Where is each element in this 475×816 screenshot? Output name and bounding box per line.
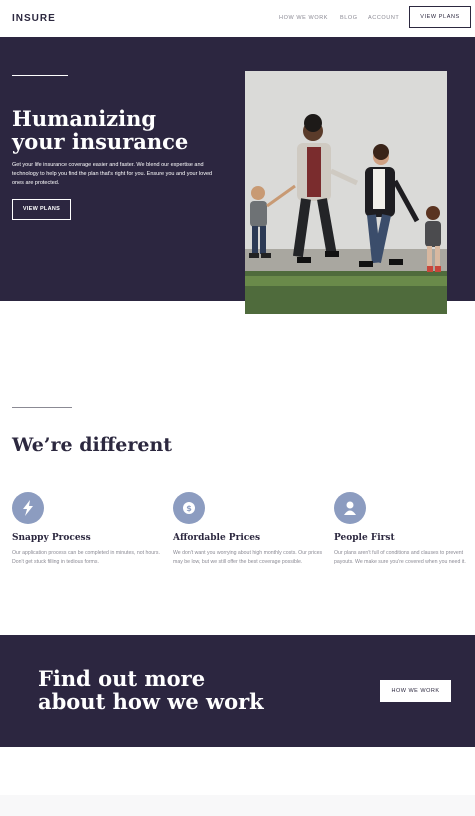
feature-snappy-process: Snappy Process Our application process c… xyxy=(12,492,167,565)
feature-text: We don't want you worrying about high mo… xyxy=(173,550,323,565)
different-title: We’re different xyxy=(12,434,173,456)
cta-title-line1: Find out more xyxy=(38,666,206,691)
hero-title-line2: your insurance xyxy=(12,129,189,154)
how-we-work-button[interactable]: HOW WE WORK xyxy=(380,680,451,702)
cta-title: Find out more about how we work xyxy=(38,667,264,713)
different-divider xyxy=(12,407,72,408)
feature-text: Our application process can be completed… xyxy=(12,550,160,565)
feature-title: People First xyxy=(334,533,395,543)
hero-title-line1: Humanizing xyxy=(12,106,157,131)
feature-title: Affordable Prices xyxy=(173,533,261,543)
hero-view-plans-button[interactable]: VIEW PLANS xyxy=(12,199,71,220)
footer xyxy=(0,795,475,816)
feature-people-first: People First Our plans aren't full of co… xyxy=(334,492,475,565)
how-we-work-cta: Find out more about how we work HOW WE W… xyxy=(0,635,475,747)
nav-link-how-we-work[interactable]: HOW WE WORK xyxy=(279,15,328,21)
hero-divider xyxy=(12,75,68,76)
feature-title: Snappy Process xyxy=(12,533,91,543)
person-icon xyxy=(334,492,366,524)
cta-title-line2: about how we work xyxy=(38,689,264,714)
header: INSURE HOW WE WORK BLOG ACCOUNT VIEW PLA… xyxy=(0,0,475,37)
lightning-icon xyxy=(12,492,44,524)
nav-link-blog[interactable]: BLOG xyxy=(340,15,358,21)
feature-affordable-prices: $ Affordable Prices We don't want you wo… xyxy=(173,492,328,565)
family-photo-illustration xyxy=(245,71,447,314)
logo[interactable]: INSURE xyxy=(12,13,56,24)
nav-link-account[interactable]: ACCOUNT xyxy=(368,15,399,21)
hero-title: Humanizing your insurance xyxy=(12,107,232,153)
view-plans-nav-button[interactable]: VIEW PLANS xyxy=(409,6,471,28)
hero-family-photo xyxy=(245,71,447,314)
hero-text: Get your life insurance coverage easier … xyxy=(12,162,213,186)
feature-text: Our plans aren't full of conditions and … xyxy=(334,550,466,565)
dollar-icon: $ xyxy=(173,492,205,524)
svg-text:$: $ xyxy=(186,504,192,513)
